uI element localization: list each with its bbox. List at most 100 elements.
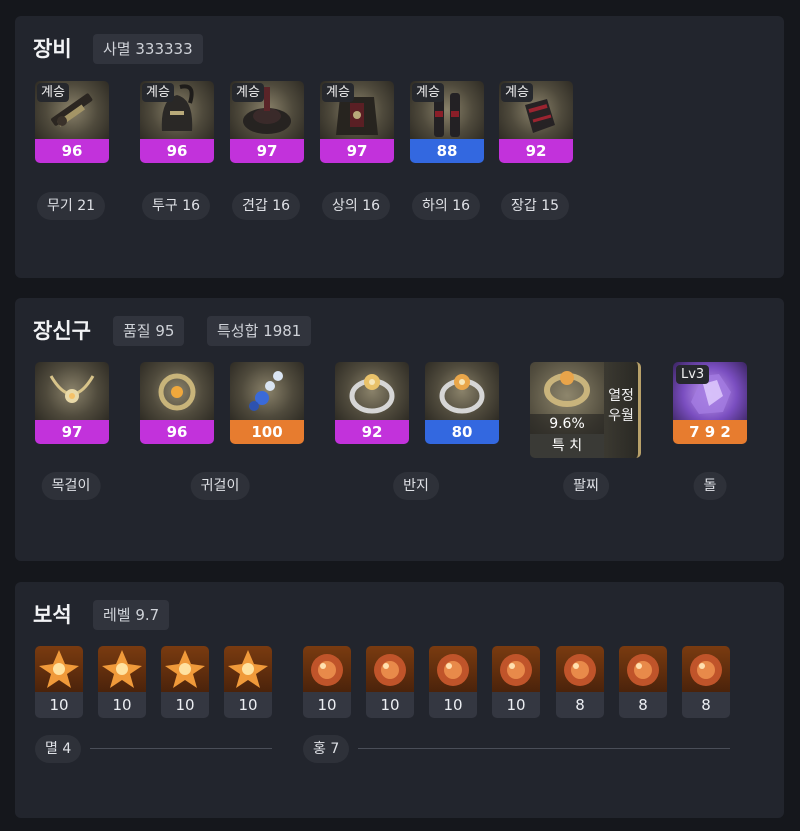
helmet-icon: 계승 bbox=[140, 81, 214, 139]
quality-bar: 96 bbox=[140, 139, 214, 163]
acc-label-bracelet: 팔찌 bbox=[563, 472, 609, 500]
inherit-tag: 계승 bbox=[232, 83, 264, 102]
stone-value-bar: 7 9 2 bbox=[673, 420, 747, 444]
equip-slot-legs[interactable]: 계승 88 bbox=[410, 81, 484, 163]
earring-icon bbox=[230, 362, 304, 420]
gem-damage-3[interactable]: 10 bbox=[161, 646, 209, 718]
gem-level: 10 bbox=[224, 692, 272, 718]
accessories-quality-chip: 품질 95 bbox=[113, 316, 185, 346]
gem-damage-2[interactable]: 10 bbox=[98, 646, 146, 718]
bracelet-stat-value: 9.6% bbox=[530, 414, 604, 434]
gem-level: 10 bbox=[429, 692, 477, 718]
inherit-tag: 계승 bbox=[412, 83, 444, 102]
equip-label-gloves: 장갑 15 bbox=[500, 192, 570, 220]
equip-slot-gloves[interactable]: 계승 92 bbox=[499, 81, 573, 163]
gem-cooldown-5[interactable]: 8 bbox=[556, 646, 604, 718]
inherit-tag: 계승 bbox=[322, 83, 354, 102]
weapon-icon: 계승 bbox=[35, 81, 109, 139]
gem-cooldown-1[interactable]: 10 bbox=[303, 646, 351, 718]
bracelet-effects: 열정 우월 bbox=[604, 362, 641, 458]
gem-group-label-cooldown: 홍 7 bbox=[303, 735, 350, 763]
ability-stone-icon: Lv3 bbox=[673, 362, 747, 420]
quality-bar: 80 bbox=[425, 420, 499, 444]
accessory-slot-ring-1[interactable]: 92 bbox=[335, 362, 409, 444]
cooldown-gem-icon bbox=[303, 646, 351, 692]
gems-level-chip: 레벨 9.7 bbox=[93, 600, 170, 630]
bracelet-stat-name: 특 치 bbox=[530, 434, 604, 458]
damage-gem-icon bbox=[224, 646, 272, 692]
gems-title: 보석 bbox=[33, 603, 72, 627]
gem-level: 8 bbox=[619, 692, 667, 718]
acc-label-necklace: 목걸이 bbox=[41, 472, 101, 500]
damage-gem-icon bbox=[98, 646, 146, 692]
gem-group-divider bbox=[90, 748, 272, 749]
gloves-icon: 계승 bbox=[499, 81, 573, 139]
inherit-tag: 계승 bbox=[37, 83, 69, 102]
accessory-slot-necklace[interactable]: 97 bbox=[35, 362, 109, 444]
equipment-panel: 장비 사멸 333333 계승 96 계승 96 계승 97 계승 97 계승 … bbox=[15, 16, 784, 278]
accessory-slot-stone[interactable]: Lv3 7 9 2 bbox=[673, 362, 747, 444]
gem-cooldown-2[interactable]: 10 bbox=[366, 646, 414, 718]
cooldown-gem-icon bbox=[682, 646, 730, 692]
accessories-title: 장신구 bbox=[33, 319, 91, 343]
gem-level: 10 bbox=[161, 692, 209, 718]
quality-bar: 96 bbox=[35, 139, 109, 163]
equip-label-weapon: 무기 21 bbox=[36, 192, 106, 220]
accessory-slot-earring-1[interactable]: 96 bbox=[140, 362, 214, 444]
quality-bar: 97 bbox=[320, 139, 394, 163]
damage-gem-icon bbox=[161, 646, 209, 692]
gem-cooldown-7[interactable]: 8 bbox=[682, 646, 730, 718]
acc-label-earrings: 귀걸이 bbox=[190, 472, 250, 500]
quality-bar: 97 bbox=[35, 420, 109, 444]
gem-level: 10 bbox=[366, 692, 414, 718]
gem-level: 10 bbox=[35, 692, 83, 718]
gem-damage-4[interactable]: 10 bbox=[224, 646, 272, 718]
gem-cooldown-4[interactable]: 10 bbox=[492, 646, 540, 718]
bracelet-effect-2: 우월 bbox=[608, 408, 634, 424]
acc-label-rings: 반지 bbox=[393, 472, 439, 500]
cooldown-gem-icon bbox=[429, 646, 477, 692]
cooldown-gem-icon bbox=[619, 646, 667, 692]
accessory-slot-ring-2[interactable]: 80 bbox=[425, 362, 499, 444]
gem-damage-1[interactable]: 10 bbox=[35, 646, 83, 718]
equipment-summary-chip: 사멸 333333 bbox=[93, 34, 203, 64]
ring-icon bbox=[335, 362, 409, 420]
quality-bar: 100 bbox=[230, 420, 304, 444]
chest-armor-icon: 계승 bbox=[320, 81, 394, 139]
accessory-slot-earring-2[interactable]: 100 bbox=[230, 362, 304, 444]
shoulder-icon: 계승 bbox=[230, 81, 304, 139]
equip-slot-chest[interactable]: 계승 97 bbox=[320, 81, 394, 163]
cooldown-gem-icon bbox=[366, 646, 414, 692]
accessories-stats-chip: 특성합 1981 bbox=[207, 316, 312, 346]
damage-gem-icon bbox=[35, 646, 83, 692]
gem-cooldown-3[interactable]: 10 bbox=[429, 646, 477, 718]
gem-level: 10 bbox=[303, 692, 351, 718]
earring-icon bbox=[140, 362, 214, 420]
gem-cooldown-6[interactable]: 8 bbox=[619, 646, 667, 718]
cooldown-gem-icon bbox=[492, 646, 540, 692]
quality-bar: 96 bbox=[140, 420, 214, 444]
accessories-panel: 장신구 품질 95 특성합 1981 97 96 100 92 80 9.6% … bbox=[15, 298, 784, 561]
gem-level: 10 bbox=[98, 692, 146, 718]
gem-level: 10 bbox=[492, 692, 540, 718]
quality-bar: 88 bbox=[410, 139, 484, 163]
quality-bar: 97 bbox=[230, 139, 304, 163]
equip-label-chest: 상의 16 bbox=[321, 192, 391, 220]
inherit-tag: 계승 bbox=[501, 83, 533, 102]
quality-bar: 92 bbox=[335, 420, 409, 444]
leg-armor-icon: 계승 bbox=[410, 81, 484, 139]
necklace-icon bbox=[35, 362, 109, 420]
acc-label-stone: 돌 bbox=[693, 472, 727, 500]
bracelet-icon: 9.6% 특 치 bbox=[530, 362, 604, 458]
accessory-slot-bracelet[interactable]: 9.6% 특 치 열정 우월 bbox=[530, 362, 641, 458]
equip-slot-helmet[interactable]: 계승 96 bbox=[140, 81, 214, 163]
cooldown-gem-icon bbox=[556, 646, 604, 692]
equip-slot-shoulder[interactable]: 계승 97 bbox=[230, 81, 304, 163]
quality-bar: 92 bbox=[499, 139, 573, 163]
equip-slot-weapon[interactable]: 계승 96 bbox=[35, 81, 109, 163]
gems-panel: 보석 레벨 9.7 10 10 10 10 10 10 10 10 8 8 8 … bbox=[15, 582, 784, 818]
ring-icon bbox=[425, 362, 499, 420]
bracelet-effect-1: 열정 bbox=[608, 388, 634, 404]
equipment-title: 장비 bbox=[33, 37, 72, 61]
equip-label-helmet: 투구 16 bbox=[141, 192, 211, 220]
